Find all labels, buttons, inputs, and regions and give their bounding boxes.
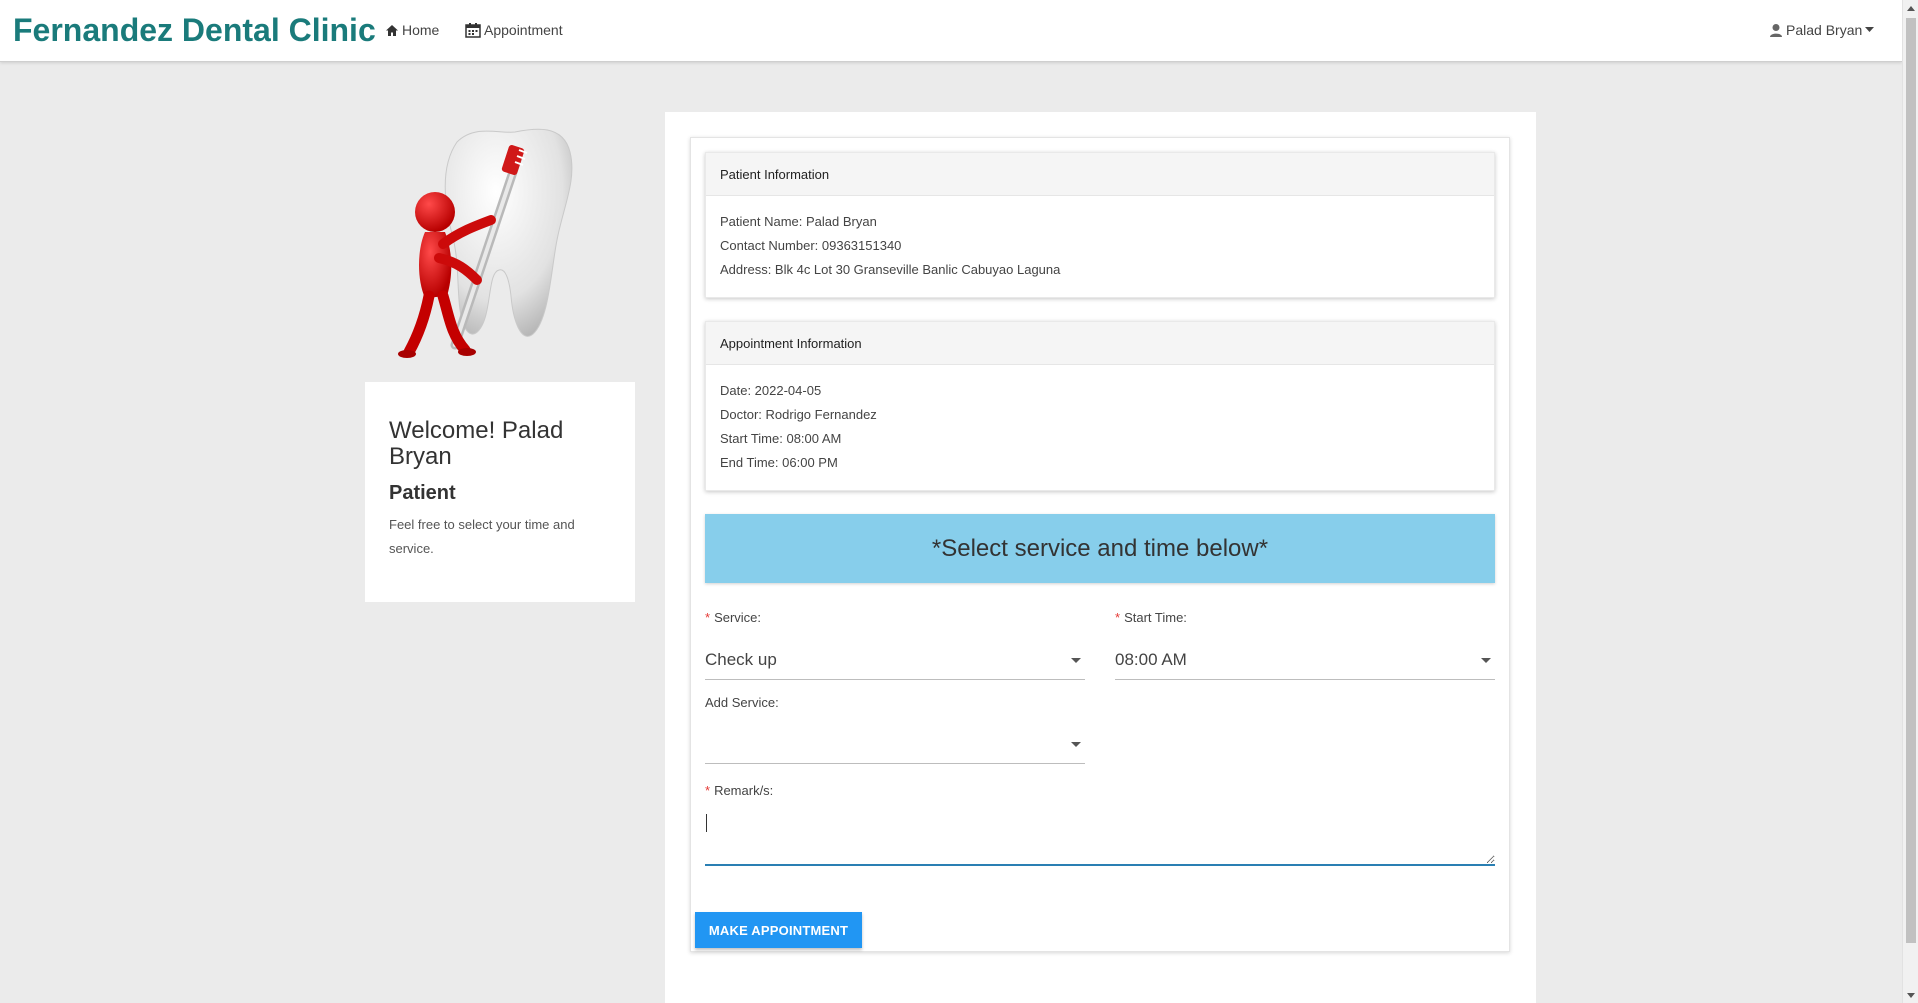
service-select-value: Check up [705,650,777,669]
caret-down-icon [1071,742,1081,747]
remarks-label: * Remark/s: [705,783,773,798]
start-time-label: * Start Time: [1115,610,1187,625]
start-time-row: Start Time: 08:00 AM [720,431,842,446]
welcome-message: Feel free to select your time and servic… [389,517,575,556]
calendar-icon [465,22,481,38]
service-label-text: Service: [714,610,762,625]
required-asterisk: * [1115,610,1121,625]
nav-home-label: Home [402,22,440,38]
welcome-card: Welcome! Palad Bryan Patient Feel free t… [365,382,635,602]
nav-appointment-link[interactable]: Appointment [465,22,563,38]
text-cursor [706,814,707,832]
patient-name-row: Patient Name: Palad Bryan [720,214,877,229]
make-appointment-button[interactable]: MAKE APPOINTMENT [695,912,862,948]
start-time-select-value: 08:00 AM [1115,650,1187,669]
nav-appointment-label: Appointment [484,22,563,38]
add-service-select[interactable] [705,724,1085,764]
top-navbar: Fernandez Dental Clinic Home Appointment [0,0,1902,62]
appointment-info-card: Appointment Information Date: 2022-04-05… [705,321,1495,491]
caret-down-icon [1071,658,1081,663]
doctor-row: Doctor: Rodrigo Fernandez [720,407,877,422]
add-service-label: Add Service: [705,695,779,710]
required-asterisk: * [705,610,711,625]
tooth-brushing-illustration [395,120,605,360]
brand-title[interactable]: Fernandez Dental Clinic [13,12,376,49]
caret-down-icon [1865,27,1875,33]
remarks-label-text: Remark/s: [714,783,774,798]
select-service-banner: *Select service and time below* [705,514,1495,583]
patient-info-card: Patient Information Patient Name: Palad … [705,152,1495,298]
add-service-label-text: Add Service: [705,695,779,710]
appointment-date-row: Date: 2022-04-05 [720,383,822,398]
start-time-select[interactable]: 08:00 AM [1115,640,1495,680]
scroll-down-arrow-icon[interactable] [1903,987,1918,1003]
caret-down-icon [1481,658,1491,663]
user-role-label: Patient [389,482,456,504]
scroll-up-arrow-icon[interactable] [1903,0,1918,16]
appointment-info-header: Appointment Information [706,322,1494,365]
welcome-heading: Welcome! Palad Bryan [389,417,564,470]
contact-number-row: Contact Number: 09363151340 [720,238,902,253]
end-time-row: End Time: 06:00 PM [720,455,838,470]
service-select[interactable]: Check up [705,640,1085,680]
required-asterisk: * [705,783,711,798]
user-name-label: Palad Bryan [1786,22,1863,38]
start-time-label-text: Start Time: [1124,610,1187,625]
address-row: Address: Blk 4c Lot 30 Granseville Banli… [720,262,1061,277]
service-label: * Service: [705,610,761,625]
user-menu-dropdown[interactable]: Palad Bryan [1769,22,1875,38]
scrollbar-thumb[interactable] [1906,18,1916,943]
user-icon [1769,23,1783,38]
nav-home-link[interactable]: Home [385,22,439,38]
remarks-textarea[interactable] [705,804,1495,866]
page-scrollbar[interactable] [1902,0,1918,1003]
patient-info-header: Patient Information [706,153,1494,196]
home-icon [385,24,399,37]
